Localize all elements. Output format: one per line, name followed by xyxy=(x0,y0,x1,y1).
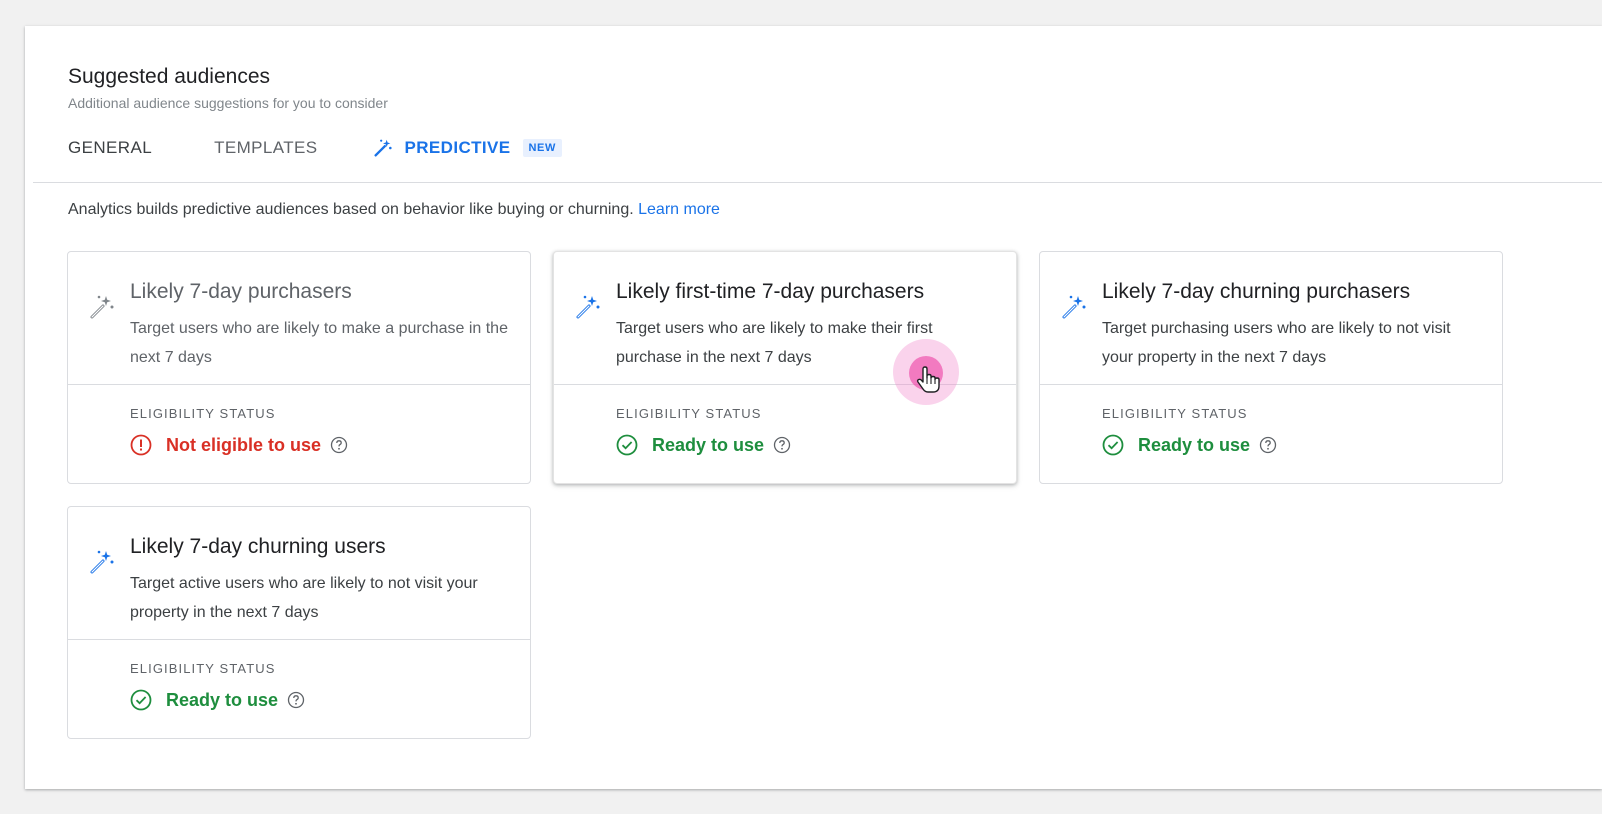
card-description: Target active users who are likely to no… xyxy=(130,575,478,621)
magic-wand-icon xyxy=(90,295,114,319)
help-icon[interactable] xyxy=(773,436,791,454)
status-text: Ready to use xyxy=(1138,434,1251,455)
tab-general[interactable]: GENERAL xyxy=(68,138,152,158)
page-title: Suggested audiences xyxy=(68,65,270,88)
help-icon[interactable] xyxy=(287,691,305,709)
audience-card-likely-7-day-purchasers[interactable]: Likely 7-day purchasers Target users who… xyxy=(67,251,531,484)
card-title: Likely 7-day purchasers xyxy=(130,280,352,303)
status-text: Ready to use xyxy=(652,434,765,455)
magic-wand-icon xyxy=(90,550,114,574)
info-text: Analytics builds predictive audiences ba… xyxy=(68,201,720,219)
card-header: Likely 7-day churning users Target activ… xyxy=(68,507,530,640)
eligibility-status: Ready to use xyxy=(130,689,305,711)
help-icon[interactable] xyxy=(330,436,348,454)
new-badge: NEW xyxy=(522,139,562,157)
tab-predictive[interactable]: PREDICTIVE NEW xyxy=(372,137,562,159)
suggested-audiences-panel: Suggested audiences Additional audience … xyxy=(25,26,1602,789)
eligibility-label: ELIGIBILITY STATUS xyxy=(616,406,762,421)
tab-predictive-label: PREDICTIVE xyxy=(404,138,511,157)
eligibility-status: Not eligible to use xyxy=(130,434,348,456)
check-circle-icon xyxy=(616,434,638,456)
eligibility-status: Ready to use xyxy=(616,434,791,456)
info-description: Analytics builds predictive audiences ba… xyxy=(68,201,634,218)
help-icon[interactable] xyxy=(1259,436,1277,454)
card-header: Likely 7-day churning purchasers Target … xyxy=(1040,252,1502,385)
card-title: Likely 7-day churning users xyxy=(130,535,386,558)
magic-wand-icon xyxy=(374,139,393,157)
check-circle-icon xyxy=(130,689,152,711)
card-title: Likely 7-day churning purchasers xyxy=(1102,280,1411,303)
panel-header: Suggested audiences Additional audience … xyxy=(68,64,388,111)
tab-templates[interactable]: TEMPLATES xyxy=(214,138,317,158)
hand-pointer-icon xyxy=(916,366,940,393)
status-text: Ready to use xyxy=(166,689,279,710)
card-description: Target users who are likely to make a pu… xyxy=(130,320,508,366)
magic-wand-icon xyxy=(576,295,600,319)
eligibility-label: ELIGIBILITY STATUS xyxy=(1102,406,1248,421)
magic-wand-icon xyxy=(1062,295,1086,319)
eligibility-status: Ready to use xyxy=(1102,434,1277,456)
eligibility-label: ELIGIBILITY STATUS xyxy=(130,661,276,676)
card-description: Target purchasing users who are likely t… xyxy=(1102,320,1451,366)
eligibility-label: ELIGIBILITY STATUS xyxy=(130,406,276,421)
learn-more-link[interactable]: Learn more xyxy=(638,201,720,218)
check-circle-icon xyxy=(1102,434,1124,456)
audience-tabs: GENERAL TEMPLATES PREDICTIVE NEW xyxy=(68,133,562,163)
tabs-divider xyxy=(33,182,1602,183)
card-title: Likely first-time 7-day purchasers xyxy=(616,280,925,303)
status-text: Not eligible to use xyxy=(166,434,322,455)
audience-card-likely-7-day-churning-purchasers[interactable]: Likely 7-day churning purchasers Target … xyxy=(1039,251,1503,484)
audience-card-likely-7-day-churning-users[interactable]: Likely 7-day churning users Target activ… xyxy=(67,506,531,739)
page-subtitle: Additional audience suggestions for you … xyxy=(68,95,388,111)
error-circle-icon xyxy=(130,434,152,456)
card-header: Likely 7-day purchasers Target users who… xyxy=(68,252,530,385)
